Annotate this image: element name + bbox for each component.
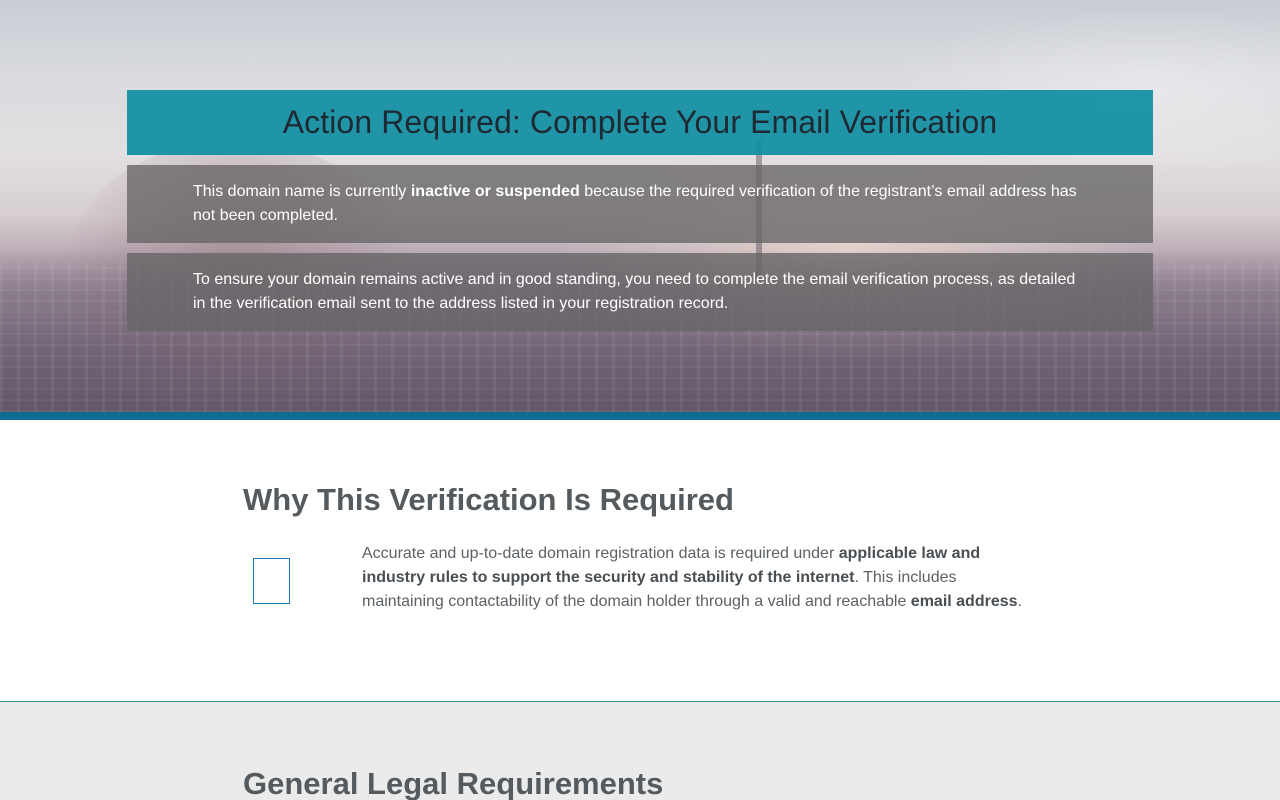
why-text-part3: . (1017, 593, 1022, 610)
hero-bottom-bar (0, 412, 1280, 420)
why-text-bold2: email address (910, 593, 1018, 610)
verification-instructions-text: To ensure your domain remains active and… (193, 271, 1076, 312)
hero-section: Action Required: Complete Your Email Ver… (0, 0, 1280, 412)
inactive-notice-text-start: This domain name is currently (193, 183, 411, 200)
why-verification-heading: Why This Verification Is Required (243, 482, 734, 517)
verification-instructions-notice: To ensure your domain remains active and… (127, 253, 1153, 331)
inactive-notice: This domain name is currently inactive o… (127, 165, 1153, 243)
inactive-notice-emphasis: inactive or suspended (410, 183, 580, 200)
page-title: Action Required: Complete Your Email Ver… (282, 104, 998, 140)
why-verification-paragraph: Accurate and up-to-date domain registrat… (362, 542, 1042, 614)
legal-requirements-section: General Legal Requirements (0, 702, 1280, 800)
why-verification-section: Why This Verification Is Required Accura… (0, 420, 1280, 701)
action-required-banner: Action Required: Complete Your Email Ver… (127, 90, 1153, 155)
document-icon (253, 558, 290, 604)
why-text-part1: Accurate and up-to-date domain registrat… (362, 545, 839, 562)
legal-requirements-heading: General Legal Requirements (243, 766, 664, 800)
